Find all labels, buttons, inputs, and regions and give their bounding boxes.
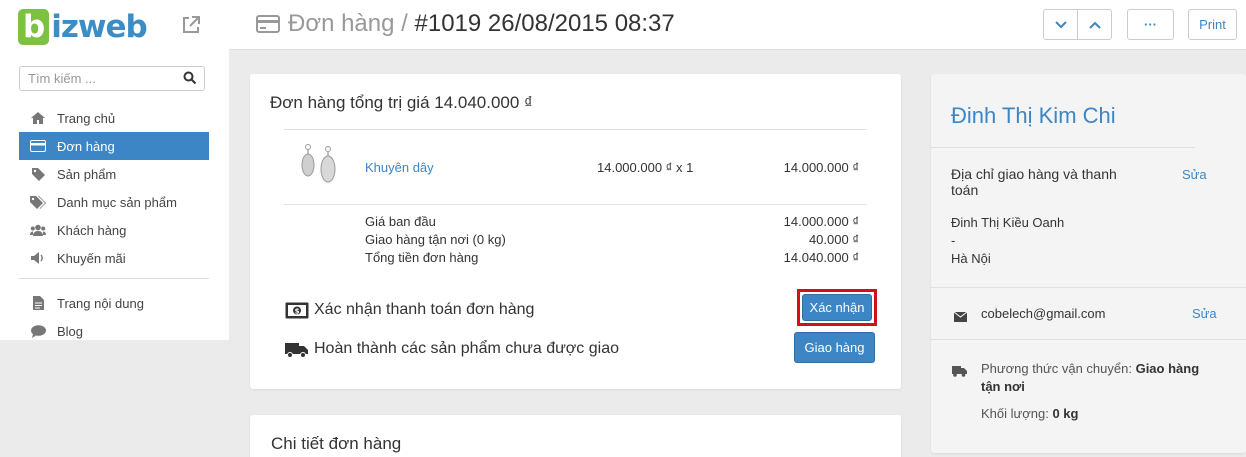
subtotal-label: Giá ban đầu — [365, 214, 436, 229]
sidebar-item-label: Trang chủ — [57, 110, 116, 126]
sidebar-item-blog[interactable]: Blog — [19, 317, 209, 345]
shipping-fee-value: 40.000 ₫ — [808, 232, 859, 247]
print-button[interactable]: Print — [1188, 9, 1237, 40]
item-price-quantity: 14.000.000 ₫ x 1 — [597, 160, 694, 175]
sidebar-item-label: Blog — [57, 323, 84, 339]
users-icon — [19, 224, 57, 236]
divider — [931, 147, 1195, 148]
shipping-weight: Khối lượng: 0 kg — [981, 406, 1078, 421]
chevron-down-icon — [1054, 20, 1067, 28]
page-title: Đơn hàng / #1019 26/08/2015 08:37 — [288, 10, 675, 38]
breadcrumb-section[interactable]: Đơn hàng — [288, 10, 394, 37]
order-title: #1019 26/08/2015 08:37 — [414, 10, 675, 37]
file-icon — [19, 296, 57, 310]
order-total-value: 14.040.000 ₫ — [783, 250, 859, 265]
sidebar-item-customers[interactable]: Khách hàng — [19, 216, 209, 244]
address-heading-cont: toán — [951, 182, 979, 198]
address-line: - — [951, 233, 956, 248]
product-link[interactable]: Khuyên dây — [365, 160, 434, 175]
item-total: 14.000.000 ₫ — [783, 160, 859, 175]
sidebar-item-orders[interactable]: Đơn hàng — [19, 132, 209, 160]
divider — [931, 287, 1246, 288]
svg-text:$: $ — [295, 308, 300, 316]
sidebar-item-label: Danh mục sản phẩm — [57, 194, 177, 210]
subtotal-value: 14.000.000 ₫ — [783, 214, 859, 229]
search-icon[interactable] — [183, 71, 197, 85]
edit-address-link[interactable]: Sửa — [1182, 167, 1207, 182]
home-icon — [19, 112, 57, 124]
next-order-button[interactable] — [1043, 9, 1078, 40]
divider — [931, 339, 1246, 340]
ship-button[interactable]: Giao hàng — [794, 332, 875, 363]
shipping-fee-label: Giao hàng tận nơi (0 kg) — [365, 232, 506, 247]
order-details-heading: Chi tiết đơn hàng — [271, 434, 402, 453]
address-recipient: Đinh Thị Kiều Oanh — [951, 215, 1065, 230]
edit-email-link[interactable]: Sửa — [1192, 306, 1217, 321]
comment-icon — [19, 324, 57, 338]
customer-email[interactable]: cobelech@gmail.com — [981, 306, 1105, 321]
sidebar-item-label: Sản phẩm — [57, 166, 117, 182]
chevron-up-icon — [1088, 21, 1101, 29]
bizweb-logo[interactable]: b izweb — [18, 9, 148, 45]
shipping-method-label: Phương thức vận chuyển: — [981, 361, 1136, 376]
search-input[interactable] — [20, 67, 180, 90]
sidebar-item-categories[interactable]: Danh mục sản phẩm — [19, 188, 209, 216]
divider — [284, 204, 867, 205]
divider — [284, 129, 867, 130]
address-city: Hà Nội — [951, 251, 991, 266]
confirm-payment-button[interactable]: Xác nhận — [802, 294, 872, 321]
order-total-heading: Đơn hàng tổng trị giá 14.040.000 ₫ — [270, 93, 533, 112]
order-total-label: Tổng tiền đơn hàng — [365, 250, 479, 265]
envelope-icon — [953, 309, 968, 322]
previous-order-button[interactable] — [1077, 9, 1112, 40]
weight-value: 0 kg — [1052, 406, 1079, 421]
truck-icon — [952, 364, 967, 377]
customer-name-link[interactable]: Đinh Thị Kim Chi — [951, 103, 1116, 129]
logo-text-1: iz — [51, 9, 79, 45]
confirm-button-highlight: Xác nhận — [797, 289, 877, 326]
address-heading: Địa chỉ giao hàng và thanh — [951, 166, 1117, 182]
logo-text-2: web — [77, 9, 148, 45]
sidebar-item-promotions[interactable]: Khuyến mãi — [19, 244, 209, 272]
credit-card-icon — [19, 140, 57, 152]
fulfill-items-text: Hoàn thành các sản phẩm chưa được giao — [314, 340, 619, 357]
tag-icon — [19, 167, 57, 181]
logo-letter: b — [18, 9, 50, 45]
product-thumbnail[interactable] — [295, 143, 345, 189]
tags-icon — [19, 195, 57, 209]
external-link-icon[interactable] — [180, 14, 202, 36]
sidebar-item-label: Khách hàng — [57, 222, 127, 238]
sidebar-item-label: Khuyến mãi — [57, 250, 126, 266]
search-box — [19, 66, 205, 91]
sidebar-item-label: Trang nội dung — [57, 295, 144, 311]
more-actions-button[interactable]: ··· — [1127, 9, 1174, 40]
money-icon: $ — [285, 302, 309, 319]
sidebar-item-pages[interactable]: Trang nội dung — [19, 289, 209, 317]
breadcrumb-separator: / — [394, 10, 415, 37]
weight-label: Khối lượng: — [981, 406, 1053, 421]
megaphone-icon — [19, 252, 57, 264]
sidebar-divider — [19, 278, 209, 279]
shipping-method-value: Giao hàng — [1135, 361, 1200, 376]
sidebar-item-home[interactable]: Trang chủ — [19, 104, 209, 132]
sidebar-item-label: Đơn hàng — [57, 138, 115, 154]
sidebar-item-products[interactable]: Sản phẩm — [19, 160, 209, 188]
truck-icon — [285, 342, 309, 358]
credit-card-icon — [256, 13, 280, 35]
shipping-method-value-cont: tận nơi — [981, 379, 1025, 394]
shipping-method: Phương thức vận chuyển: Giao hàng — [981, 361, 1199, 376]
payment-confirm-text: Xác nhận thanh toán đơn hàng — [314, 301, 535, 318]
